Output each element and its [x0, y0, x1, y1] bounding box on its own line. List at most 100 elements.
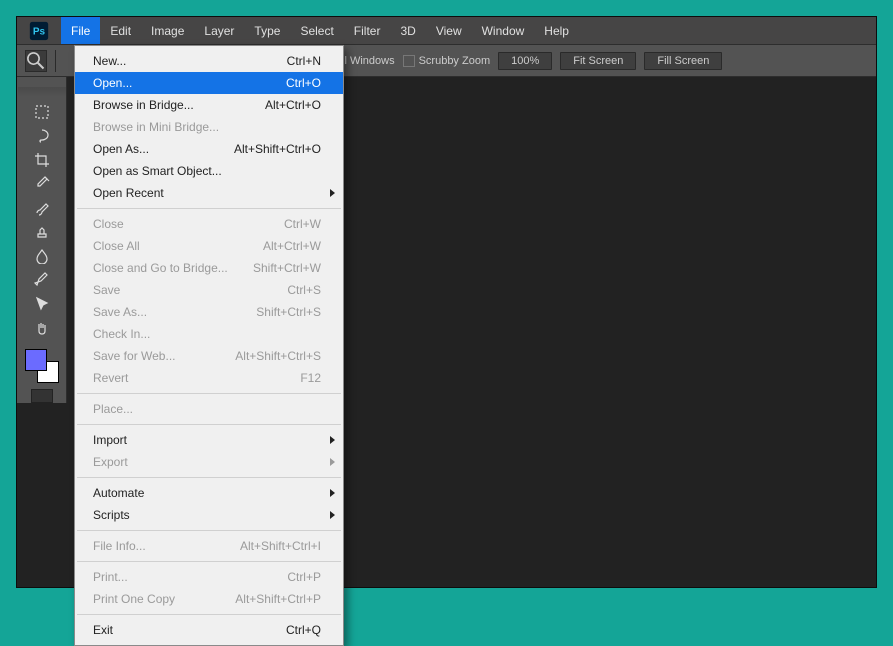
tool-rect-marquee[interactable] — [30, 101, 54, 123]
rect-marquee-icon — [34, 104, 50, 120]
menu-filter[interactable]: Filter — [344, 17, 391, 44]
menuitem-label: Export — [93, 455, 128, 469]
menuitem-place: Place... — [75, 398, 343, 420]
menuitem-open-as[interactable]: Open As...Alt+Shift+Ctrl+O — [75, 138, 343, 160]
menuitem-export: Export — [75, 451, 343, 473]
menuitem-label: Open... — [93, 76, 132, 90]
tool-lasso[interactable] — [30, 125, 54, 147]
menuitem-label: Exit — [93, 623, 113, 637]
tool-pen[interactable] — [30, 269, 54, 291]
menuitem-print-one-copy: Print One CopyAlt+Shift+Ctrl+P — [75, 588, 343, 610]
menuitem-label: Revert — [93, 371, 128, 385]
tool-hand[interactable] — [30, 317, 54, 339]
menuitem-print: Print... Ctrl+P — [75, 566, 343, 588]
menuitem-automate[interactable]: Automate — [75, 482, 343, 504]
menu-separator — [77, 393, 341, 394]
fit-screen-button[interactable]: Fit Screen — [560, 52, 636, 70]
menu-separator — [77, 477, 341, 478]
tool-eyedropper[interactable] — [30, 173, 54, 195]
menuitem-shortcut: Shift+Ctrl+W — [253, 261, 321, 275]
menuitem-label: Save — [93, 283, 120, 297]
menu-help[interactable]: Help — [534, 17, 579, 44]
menuitem-shortcut: Alt+Shift+Ctrl+S — [235, 349, 321, 363]
menu-type[interactable]: Type — [244, 17, 290, 44]
zoom-100-button[interactable]: 100% — [498, 52, 552, 70]
menuitem-save-for-web: Save for Web...Alt+Shift+Ctrl+S — [75, 345, 343, 367]
menuitem-shortcut: Ctrl+N — [287, 54, 321, 68]
menuitem-open[interactable]: Open...Ctrl+O — [75, 72, 343, 94]
menuitem-close: CloseCtrl+W — [75, 213, 343, 235]
tool-clone-stamp[interactable] — [30, 221, 54, 243]
scrubby-zoom-label: Scrubby Zoom — [419, 55, 491, 67]
direct-select-icon — [34, 296, 50, 312]
scrubby-zoom-checkbox[interactable] — [403, 55, 415, 67]
menuitem-shortcut: Ctrl+Q — [286, 623, 321, 637]
submenu-arrow-icon — [330, 489, 335, 497]
menu-separator — [77, 530, 341, 531]
file-menu-dropdown: New... Ctrl+N Open...Ctrl+OBrowse in Bridg… — [74, 45, 344, 646]
brush-icon — [34, 200, 50, 216]
menuitem-new[interactable]: New... Ctrl+N — [75, 50, 343, 72]
app-logo: Ps — [17, 17, 61, 44]
menuitem-label: Print... — [93, 570, 128, 584]
menuitem-label: Open as Smart Object... — [93, 164, 222, 178]
tool-crop[interactable] — [30, 149, 54, 171]
hand-icon — [34, 320, 50, 336]
menuitem-check-in: Check In... — [75, 323, 343, 345]
menuitem-shortcut: Alt+Ctrl+O — [265, 98, 321, 112]
menuitem-open-recent[interactable]: Open Recent — [75, 182, 343, 204]
menu-layer[interactable]: Layer — [194, 17, 244, 44]
menuitem-label: Automate — [93, 486, 144, 500]
menuitem-label: Close — [93, 217, 124, 231]
menuitem-save: SaveCtrl+S — [75, 279, 343, 301]
submenu-arrow-icon — [330, 458, 335, 466]
fill-screen-button[interactable]: Fill Screen — [644, 52, 722, 70]
menuitem-label: Place... — [93, 402, 133, 416]
tool-brush[interactable] — [30, 197, 54, 219]
menu-separator — [77, 614, 341, 615]
submenu-arrow-icon — [330, 511, 335, 519]
menuitem-label: Open As... — [93, 142, 149, 156]
eyedropper-icon — [34, 176, 50, 192]
menuitem-open-as-smart-object[interactable]: Open as Smart Object... — [75, 160, 343, 182]
menuitem-browse-in-bridge[interactable]: Browse in Bridge...Alt+Ctrl+O — [75, 94, 343, 116]
color-swatches[interactable] — [25, 349, 59, 383]
submenu-arrow-icon — [330, 189, 335, 197]
menuitem-label: Save As... — [93, 305, 147, 319]
menu-3d[interactable]: 3D — [390, 17, 425, 44]
menuitem-label: New... — [93, 54, 126, 68]
quickmask-toggle[interactable] — [31, 389, 53, 403]
menu-edit[interactable]: Edit — [100, 17, 141, 44]
menuitem-revert: Revert F12 — [75, 367, 343, 389]
zoom-icon — [26, 51, 46, 71]
menu-separator — [77, 208, 341, 209]
menuitem-import[interactable]: Import — [75, 429, 343, 451]
menuitem-shortcut: Alt+Shift+Ctrl+I — [240, 539, 321, 553]
menuitem-shortcut: F12 — [300, 371, 321, 385]
menuitem-exit[interactable]: Exit Ctrl+Q — [75, 619, 343, 641]
clone-stamp-icon — [34, 224, 50, 240]
menubar: Ps FileEditImageLayerTypeSelectFilter3DV… — [17, 17, 876, 45]
menuitem-scripts[interactable]: Scripts — [75, 504, 343, 526]
menuitem-label: Import — [93, 433, 127, 447]
menuitem-label: Close and Go to Bridge... — [93, 261, 228, 275]
menu-select[interactable]: Select — [290, 17, 343, 44]
tool-blur[interactable] — [30, 245, 54, 267]
menu-view[interactable]: View — [426, 17, 472, 44]
foreground-color-swatch[interactable] — [25, 349, 47, 371]
menuitem-label: File Info... — [93, 539, 146, 553]
menuitem-save-as: Save As... Shift+Ctrl+S — [75, 301, 343, 323]
menu-window[interactable]: Window — [472, 17, 535, 44]
menuitem-close-all: Close AllAlt+Ctrl+W — [75, 235, 343, 257]
svg-text:Ps: Ps — [33, 26, 46, 37]
pen-icon — [34, 272, 50, 288]
menuitem-label: Check In... — [93, 327, 150, 341]
menuitem-shortcut: Shift+Ctrl+S — [256, 305, 321, 319]
current-tool-icon[interactable] — [25, 50, 47, 72]
menuitem-shortcut: Ctrl+P — [287, 570, 321, 584]
menu-separator — [77, 561, 341, 562]
menu-file[interactable]: File — [61, 17, 100, 44]
tool-direct-select[interactable] — [30, 293, 54, 315]
crop-icon — [34, 152, 50, 168]
menu-image[interactable]: Image — [141, 17, 194, 44]
